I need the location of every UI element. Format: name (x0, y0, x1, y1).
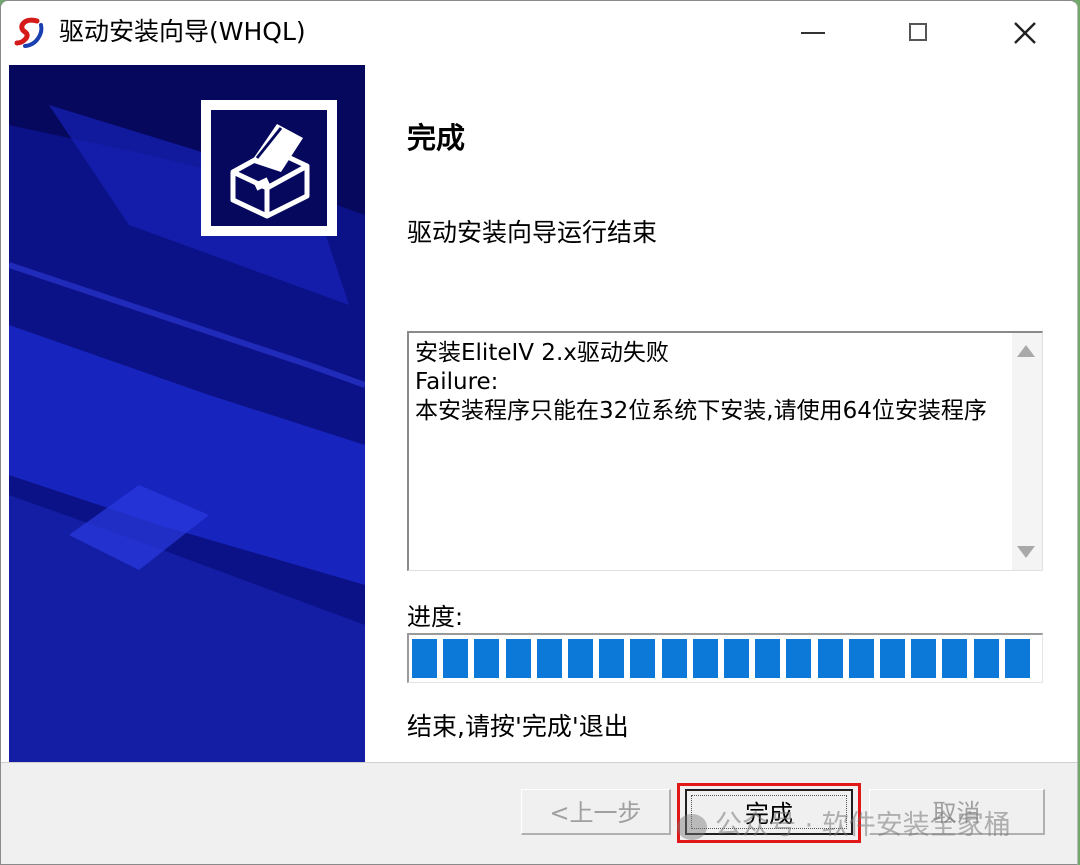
progress-segment (1004, 639, 1030, 678)
progress-segment (474, 639, 500, 678)
progress-segment (724, 639, 749, 678)
log-text: 安装EliteIV 2.x驱动失败 Failure: 本安装程序只能在32位系统… (415, 340, 987, 424)
progress-segment (661, 639, 687, 678)
progress-label: 进度: (407, 603, 464, 631)
finish-message: 结束,请按'完成'退出 (407, 712, 629, 741)
progress-bar (407, 633, 1043, 683)
progress-segment (536, 639, 562, 678)
progress-segment (443, 639, 469, 678)
page-subtitle: 驱动安装向导运行结束 (407, 218, 658, 247)
progress-segment (817, 639, 843, 678)
minimize-icon[interactable] (771, 1, 871, 65)
progress-segment (973, 639, 999, 678)
log-scrollbar[interactable] (1012, 333, 1042, 570)
scroll-down-icon[interactable] (1017, 546, 1035, 558)
printer-icon (201, 100, 337, 236)
progress-segment (599, 639, 625, 678)
watermark-text: 公众号 · 软件安装全家桶 (715, 810, 1011, 841)
close-icon[interactable] (973, 1, 1073, 65)
side-banner (9, 65, 365, 762)
progress-segment (412, 639, 437, 678)
window-title: 驱动安装向导(WHQL) (59, 17, 306, 46)
installer-window: 驱动安装向导(WHQL) 完成 驱动安装向导运行结束 安装EliteIV 2.x… (0, 0, 1078, 865)
progress-segment (692, 639, 718, 678)
wizard-content: 完成 驱动安装向导运行结束 安装EliteIV 2.x驱动失败 Failure:… (1, 65, 1077, 762)
button-bar: <上一步 完成 取消 公众号 · 软件安装全家桶 (1, 762, 1077, 864)
scroll-up-icon[interactable] (1017, 345, 1035, 357)
progress-fill (412, 639, 1038, 678)
progress-segment (848, 639, 874, 678)
wechat-icon (677, 813, 707, 840)
title-bar[interactable]: 驱动安装向导(WHQL) (1, 1, 1077, 65)
app-logo-icon (14, 17, 44, 48)
progress-segment (755, 639, 781, 678)
progress-segment (568, 639, 593, 678)
page-title: 完成 (407, 121, 466, 155)
progress-segment (786, 639, 812, 678)
progress-segment (880, 639, 905, 678)
progress-segment (630, 639, 656, 678)
progress-segment (942, 639, 968, 678)
back-button[interactable]: <上一步 (521, 789, 671, 835)
maximize-icon[interactable] (867, 1, 967, 65)
watermark: 公众号 · 软件安装全家桶 (677, 803, 1011, 842)
log-textbox[interactable]: 安装EliteIV 2.x驱动失败 Failure: 本安装程序只能在32位系统… (407, 331, 1043, 571)
progress-segment (911, 639, 937, 678)
progress-segment (505, 639, 531, 678)
